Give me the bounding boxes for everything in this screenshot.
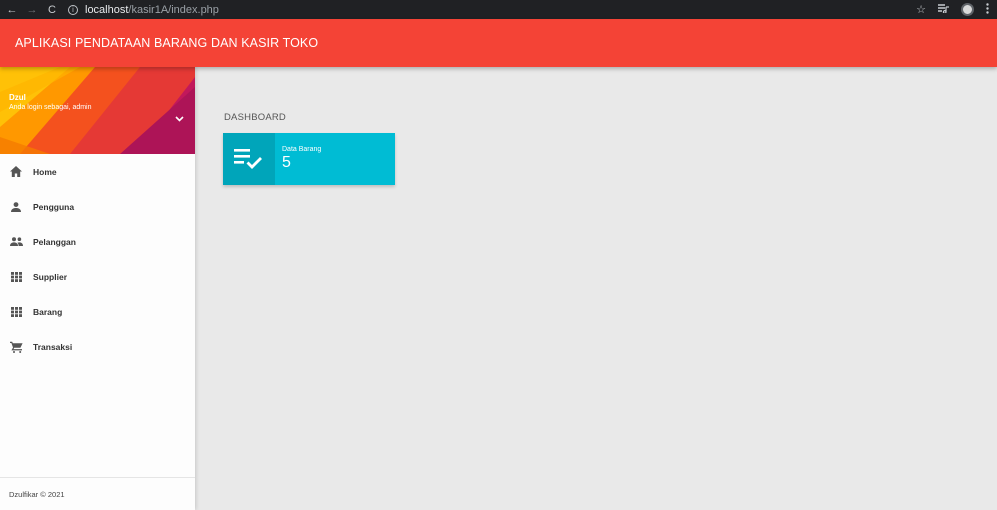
sidebar: Dzul Anda login sebagai, admin Home Peng…: [0, 67, 195, 510]
info-box-value: 5: [282, 154, 291, 171]
reload-button[interactable]: C: [44, 2, 60, 18]
main-content: DASHBOARD Data Barang 5: [195, 67, 997, 510]
sidebar-item-transaksi[interactable]: Transaksi: [0, 329, 195, 364]
address-bar[interactable]: i localhost/kasir1A/index.php: [68, 2, 888, 17]
home-icon: [9, 165, 23, 179]
sidebar-item-label: Transaksi: [33, 341, 73, 352]
more-menu-icon[interactable]: [986, 2, 989, 17]
page-title: DASHBOARD: [224, 112, 286, 123]
grid-icon: [9, 305, 23, 319]
app-header: APLIKASI PENDATAAN BARANG DAN KASIR TOKO: [0, 19, 997, 67]
url-path: /kasir1A/index.php: [128, 3, 219, 16]
sidebar-item-barang[interactable]: Barang: [0, 294, 195, 329]
sidebar-item-supplier[interactable]: Supplier: [0, 259, 195, 294]
sidebar-item-pelanggan[interactable]: Pelanggan: [0, 224, 195, 259]
sidebar-menu: Home Pengguna Pelanggan Supplier Barang: [0, 154, 195, 364]
sidebar-item-home[interactable]: Home: [0, 154, 195, 189]
sidebar-item-pengguna[interactable]: Pengguna: [0, 189, 195, 224]
grid-icon: [9, 270, 23, 284]
person-icon: [9, 200, 23, 214]
back-button[interactable]: ←: [4, 2, 20, 18]
bookmark-star-icon[interactable]: ☆: [916, 3, 926, 16]
sidebar-item-label: Pelanggan: [33, 236, 76, 247]
info-icon[interactable]: i: [68, 4, 78, 15]
sidebar-item-label: Home: [33, 166, 57, 177]
people-icon: [9, 235, 23, 249]
user-info-panel: Dzul Anda login sebagai, admin: [0, 67, 195, 154]
sidebar-item-label: Barang: [33, 306, 63, 317]
cart-icon: [9, 340, 23, 354]
sidebar-item-label: Pengguna: [33, 201, 75, 212]
sidebar-item-label: Supplier: [33, 271, 68, 282]
info-box-label: Data Barang: [282, 146, 322, 153]
chevron-down-icon[interactable]: [175, 109, 184, 127]
app-title[interactable]: APLIKASI PENDATAAN BARANG DAN KASIR TOKO: [15, 36, 318, 50]
info-box-data-barang[interactable]: Data Barang 5: [223, 133, 395, 185]
media-queue-icon[interactable]: [938, 3, 949, 16]
user-role: Anda login sebagai, admin: [9, 104, 92, 111]
forward-button[interactable]: →: [24, 2, 40, 18]
playlist-check-icon: [223, 133, 275, 185]
url-host: localhost: [85, 3, 129, 16]
user-name: Dzul: [9, 93, 26, 102]
browser-toolbar: ← → C i localhost/kasir1A/index.php ☆: [0, 0, 997, 19]
sidebar-footer: Dzulfikar © 2021: [0, 477, 195, 510]
profile-avatar[interactable]: [961, 3, 974, 16]
